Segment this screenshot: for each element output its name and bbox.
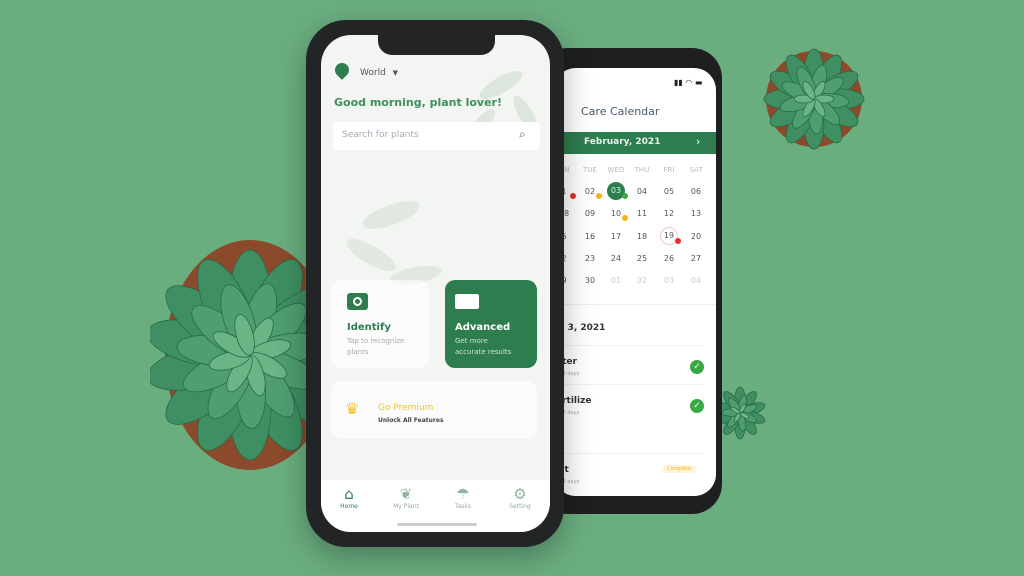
calendar-day[interactable]: 13 bbox=[684, 209, 708, 218]
task-panel: b 3, 2021 ater ry 4 days ✓ ertilize ry 7 … bbox=[554, 304, 716, 496]
chevron-down-icon: ▼ bbox=[392, 69, 399, 77]
calendar-day[interactable]: 25 bbox=[630, 254, 654, 263]
search-placeholder: Search for plants bbox=[342, 130, 419, 140]
calendar-day[interactable]: 24 bbox=[604, 254, 628, 263]
search-input[interactable]: Search for plants ⌕ bbox=[333, 122, 540, 150]
nav-label: Setting bbox=[509, 503, 531, 510]
camera-icon bbox=[347, 293, 368, 310]
weekday-label: FRI bbox=[663, 166, 675, 174]
month-label: February, 2021 bbox=[584, 137, 661, 147]
calendar-day[interactable]: 20 bbox=[684, 232, 708, 241]
calendar-day[interactable]: 26 bbox=[657, 254, 681, 263]
calendar-day[interactable]: 09 bbox=[578, 209, 602, 218]
identify-title: Identify bbox=[347, 322, 391, 333]
advanced-card[interactable]: Advanced Get more accurate results bbox=[445, 280, 537, 368]
weekday-label: THU bbox=[634, 166, 650, 174]
advanced-title: Advanced bbox=[455, 322, 511, 333]
location-selector[interactable]: World ▼ bbox=[360, 68, 398, 78]
premium-title: Go Premium bbox=[378, 403, 434, 413]
calendar-day[interactable]: 27 bbox=[684, 254, 708, 263]
bottom-nav: ⌂ Home ❦ My Plant ☂ Tasks ⚙ Setting bbox=[321, 480, 550, 532]
selected-date: b 3, 2021 bbox=[558, 323, 606, 333]
calendar-day[interactable]: 17 bbox=[604, 232, 628, 241]
nav-home[interactable]: ⌂ Home bbox=[324, 485, 374, 510]
identify-subtitle: Tap to recognize bbox=[347, 337, 405, 345]
calendar-day[interactable]: 04 bbox=[684, 276, 708, 285]
calendar-day[interactable]: 18 bbox=[630, 232, 654, 241]
advanced-subtitle: accurate results bbox=[455, 348, 512, 356]
nav-my-plant[interactable]: ❦ My Plant bbox=[381, 485, 431, 510]
gear-icon: ⚙ bbox=[513, 485, 527, 503]
nav-label: Home bbox=[340, 503, 358, 510]
crown-icon: ♛ bbox=[345, 399, 360, 418]
nav-tasks[interactable]: ☂ Tasks bbox=[438, 485, 488, 510]
task-dot bbox=[675, 237, 681, 244]
leaves-icon: ❦ bbox=[399, 485, 413, 503]
gallery-icon bbox=[455, 294, 479, 309]
nav-setting[interactable]: ⚙ Setting bbox=[495, 485, 545, 510]
task-dot bbox=[596, 193, 602, 199]
calendar-day[interactable]: 11 bbox=[630, 209, 654, 218]
nav-label: Tasks bbox=[454, 503, 472, 510]
location-label: World bbox=[360, 68, 386, 78]
month-bar: February, 2021 › bbox=[554, 132, 716, 154]
calendar-day[interactable]: 16 bbox=[578, 232, 602, 241]
location-pin-icon bbox=[332, 60, 352, 80]
calendar-day[interactable]: 01 bbox=[604, 276, 628, 285]
task-dot bbox=[622, 193, 628, 199]
check-icon[interactable]: ✓ bbox=[690, 360, 704, 374]
calendar-day[interactable]: 03 bbox=[657, 276, 681, 285]
calendar-day[interactable]: 30 bbox=[578, 276, 602, 285]
nav-label: My Plant bbox=[393, 503, 419, 510]
watering-icon: ☂ bbox=[456, 485, 470, 503]
care-calendar-screen: ▮▮ ◠ ▬ Care Calendar February, 2021 › ON… bbox=[554, 68, 716, 496]
home-screen: World ▼ Good morning, plant lover! Searc… bbox=[321, 35, 550, 532]
next-month-button[interactable]: › bbox=[696, 135, 700, 148]
status-icons: ▮▮ ◠ ▬ bbox=[674, 78, 703, 87]
greeting: Good morning, plant lover! bbox=[334, 96, 502, 109]
identify-subtitle: plants bbox=[347, 348, 369, 356]
identify-card[interactable]: Identify Tap to recognize plants bbox=[331, 280, 429, 368]
calendar-day[interactable]: 05 bbox=[657, 187, 681, 196]
home-indicator bbox=[397, 523, 477, 526]
calendar-day[interactable]: 04 bbox=[630, 187, 654, 196]
premium-subtitle: Unlock All Features bbox=[378, 417, 444, 424]
weekday-label: WED bbox=[607, 166, 625, 174]
calendar-day[interactable]: 02 bbox=[630, 276, 654, 285]
weekday-label: SAT bbox=[689, 166, 703, 174]
calendar-day[interactable]: 12 bbox=[657, 209, 681, 218]
complete-badge[interactable]: Complete bbox=[662, 465, 697, 473]
home-icon: ⌂ bbox=[344, 485, 354, 503]
calendar-day[interactable]: 23 bbox=[578, 254, 602, 263]
phone-notch bbox=[378, 35, 495, 55]
task-dot bbox=[570, 193, 576, 199]
succulent-top-right-image bbox=[763, 48, 865, 150]
advanced-subtitle: Get more bbox=[455, 337, 488, 345]
premium-card[interactable]: ♛ Go Premium Unlock All Features bbox=[331, 381, 537, 439]
calendar-title: Care Calendar bbox=[581, 105, 660, 118]
check-icon[interactable]: ✓ bbox=[690, 399, 704, 413]
search-icon: ⌕ bbox=[519, 127, 526, 141]
calendar-day[interactable]: 06 bbox=[684, 187, 708, 196]
weekday-label: TUE bbox=[583, 166, 597, 174]
task-dot bbox=[622, 215, 628, 222]
